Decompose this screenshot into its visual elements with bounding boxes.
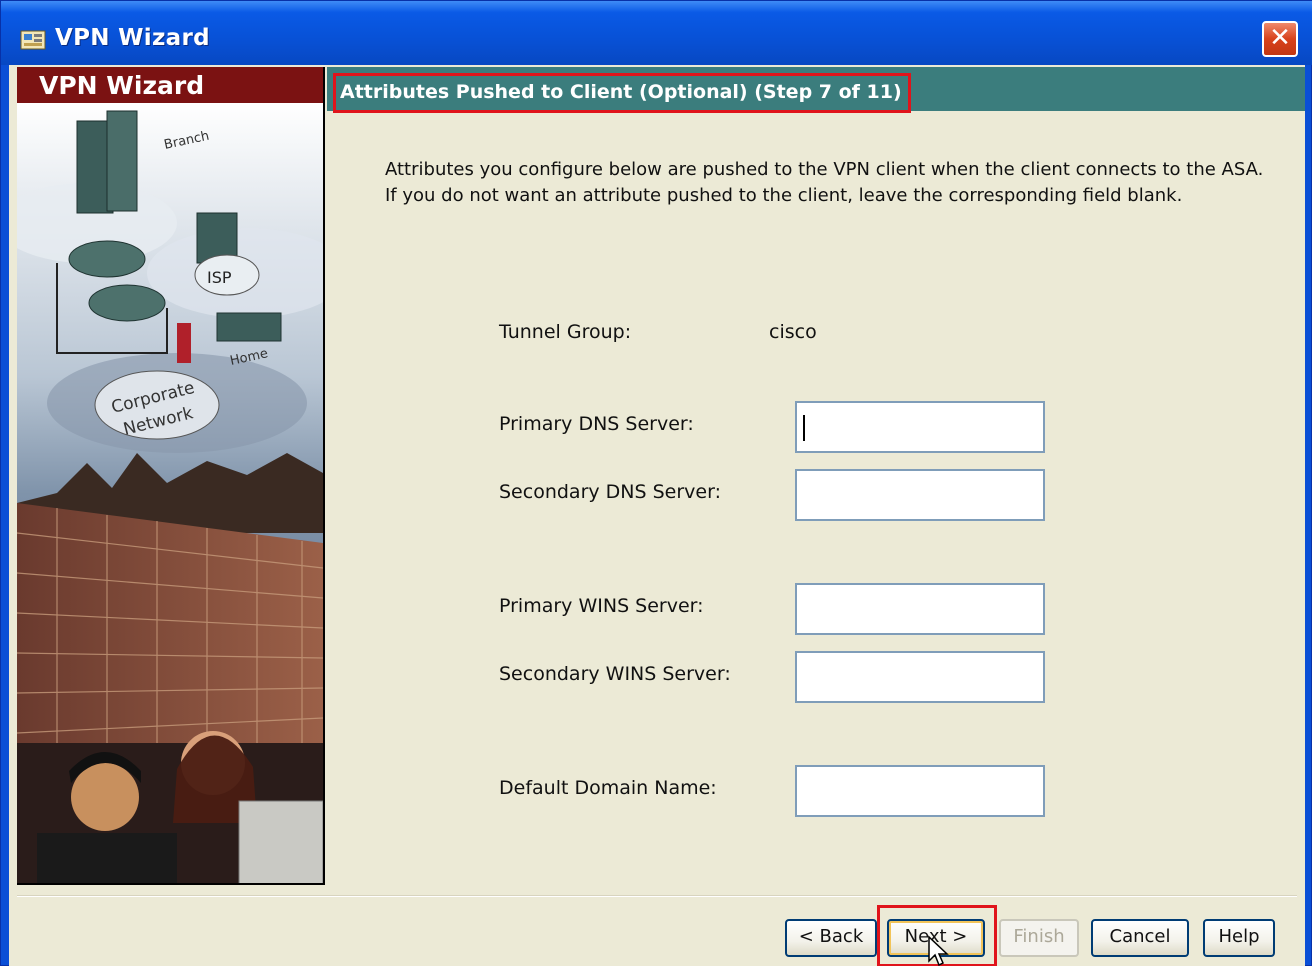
tunnel-group-label: Tunnel Group: bbox=[499, 321, 632, 343]
isp-label: ISP bbox=[207, 268, 232, 287]
side-panel-title: VPN Wizard bbox=[39, 71, 205, 100]
step-title: Attributes Pushed to Client (Optional) (… bbox=[340, 81, 902, 103]
mouse-pointer-icon bbox=[928, 935, 949, 966]
app-icon bbox=[20, 30, 46, 50]
title-bar[interactable]: VPN Wizard ✕ bbox=[1, 1, 1312, 65]
step-title-highlight: Attributes Pushed to Client (Optional) (… bbox=[333, 73, 911, 113]
secondary-dns-input[interactable] bbox=[795, 469, 1045, 521]
step-description: Attributes you configure below are pushe… bbox=[385, 159, 1264, 206]
footer-divider bbox=[17, 895, 1297, 897]
wizard-side-panel: VPN Wizard Branch ISP Home Corporate Net… bbox=[17, 67, 325, 885]
vpn-wizard-window: VPN Wizard ✕ VPN Wizard Branch ISP Home … bbox=[0, 0, 1312, 966]
cancel-button[interactable]: Cancel bbox=[1091, 919, 1189, 957]
back-button[interactable]: < Back bbox=[785, 919, 877, 957]
primary-dns-input[interactable] bbox=[795, 401, 1045, 453]
wizard-body: VPN Wizard Branch ISP Home Corporate Net… bbox=[9, 65, 1305, 966]
default-domain-label: Default Domain Name: bbox=[499, 777, 717, 799]
secondary-wins-label: Secondary WINS Server: bbox=[499, 663, 731, 685]
tunnel-group-value: cisco bbox=[769, 321, 817, 343]
side-panel-header: VPN Wizard bbox=[17, 67, 323, 103]
help-button[interactable]: Help bbox=[1203, 919, 1275, 957]
network-illustration: Branch ISP Home Corporate Network bbox=[17, 103, 323, 883]
primary-dns-label: Primary DNS Server: bbox=[499, 413, 694, 435]
finish-button: Finish bbox=[999, 919, 1079, 957]
close-icon: ✕ bbox=[1269, 23, 1291, 53]
primary-wins-input[interactable] bbox=[795, 583, 1045, 635]
primary-wins-label: Primary WINS Server: bbox=[499, 595, 704, 617]
secondary-dns-label: Secondary DNS Server: bbox=[499, 481, 721, 503]
secondary-wins-input[interactable] bbox=[795, 651, 1045, 703]
text-caret bbox=[803, 415, 805, 441]
close-button[interactable]: ✕ bbox=[1262, 21, 1298, 57]
window-title: VPN Wizard bbox=[55, 25, 210, 51]
default-domain-input[interactable] bbox=[795, 765, 1045, 817]
step-header: Attributes Pushed to Client (Optional) (… bbox=[327, 67, 1305, 113]
